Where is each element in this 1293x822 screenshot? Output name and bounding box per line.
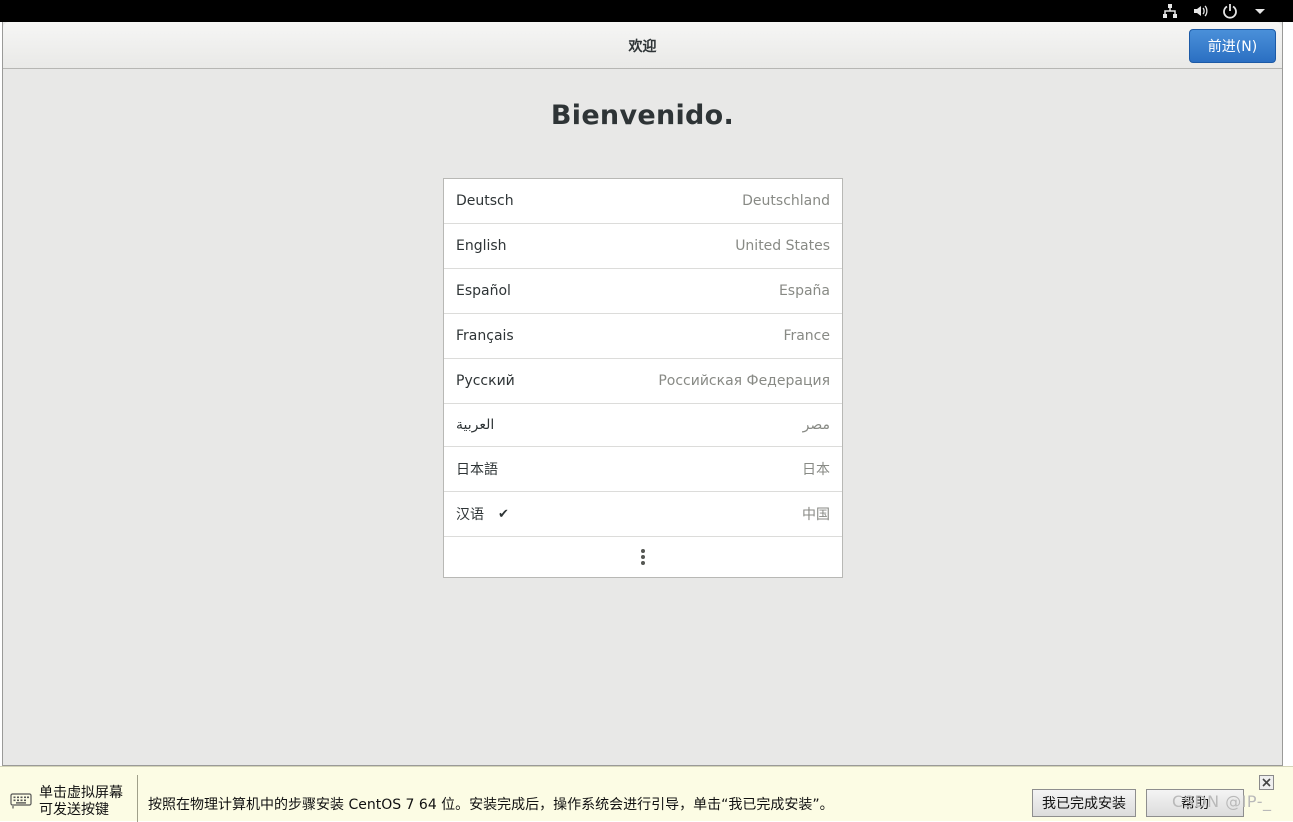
language-row-english[interactable]: English United States <box>444 224 842 269</box>
chevron-down-icon[interactable] <box>1251 2 1269 20</box>
language-name: Deutsch <box>456 193 514 209</box>
language-region: Российская Федерация <box>658 373 830 389</box>
language-row-russian[interactable]: Русский Российская Федерация <box>444 359 842 404</box>
more-languages-button[interactable] <box>444 537 842 577</box>
system-tray <box>1161 0 1269 22</box>
language-row-chinese[interactable]: 汉语 ✔ 中国 <box>444 492 842 537</box>
language-row-espanol[interactable]: Español España <box>444 269 842 314</box>
finished-install-button[interactable]: 我已完成安装 <box>1032 789 1136 817</box>
language-row-japanese[interactable]: 日本語 日本 <box>444 447 842 492</box>
language-row-arabic[interactable]: العربية مصر <box>444 404 842 447</box>
watermark: CSDN @IP-_ <box>1172 792 1272 811</box>
header-bar: 欢迎 前进(N) <box>3 22 1282 69</box>
vm-hint-bar: 单击虚拟屏幕 可发送按键 按照在物理计算机中的步骤安装 CentOS 7 64 … <box>0 766 1293 822</box>
language-name: English <box>456 238 507 254</box>
checkmark-icon: ✔ <box>498 506 509 522</box>
language-region: Deutschland <box>742 193 830 209</box>
volume-icon[interactable] <box>1191 2 1209 20</box>
keyboard-icon <box>10 791 32 813</box>
installer-window: 欢迎 前进(N) Bienvenido. Deutsch Deutschland… <box>2 22 1283 766</box>
divider <box>137 775 138 822</box>
language-region: 中国 <box>802 507 830 523</box>
language-region: France <box>783 328 830 344</box>
install-instructions: 按照在物理计算机中的步骤安装 CentOS 7 64 位。安装完成后，操作系统会… <box>148 797 834 813</box>
power-icon[interactable] <box>1221 2 1239 20</box>
language-name: 日本語 <box>456 462 498 478</box>
language-row-francais[interactable]: Français France <box>444 314 842 359</box>
page-title: 欢迎 <box>628 39 657 55</box>
vertical-ellipsis-icon <box>641 549 645 565</box>
network-icon[interactable] <box>1161 2 1179 20</box>
language-region: مصر <box>802 417 830 433</box>
vm-hint-line-2: 可发送按键 <box>39 802 109 818</box>
language-list: Deutsch Deutschland English United State… <box>443 178 843 578</box>
language-region: España <box>778 283 830 299</box>
language-row-deutsch[interactable]: Deutsch Deutschland <box>444 179 842 224</box>
vm-hint-line-1: 单击虚拟屏幕 <box>39 785 123 801</box>
language-name: Español <box>456 283 511 299</box>
system-top-bar <box>0 0 1293 22</box>
vm-hint-text: 单击虚拟屏幕 可发送按键 <box>39 785 123 819</box>
language-name: 汉语 <box>456 507 484 523</box>
welcome-heading: Bienvenido. <box>550 100 735 131</box>
language-name: Русский <box>456 373 515 389</box>
language-name: العربية <box>456 417 495 433</box>
next-button[interactable]: 前进(N) <box>1189 29 1276 63</box>
language-name: Français <box>456 328 514 344</box>
language-region: 日本 <box>802 462 830 478</box>
language-region: United States <box>735 238 830 254</box>
close-icon[interactable] <box>1259 775 1274 790</box>
window-edge <box>1284 22 1293 766</box>
